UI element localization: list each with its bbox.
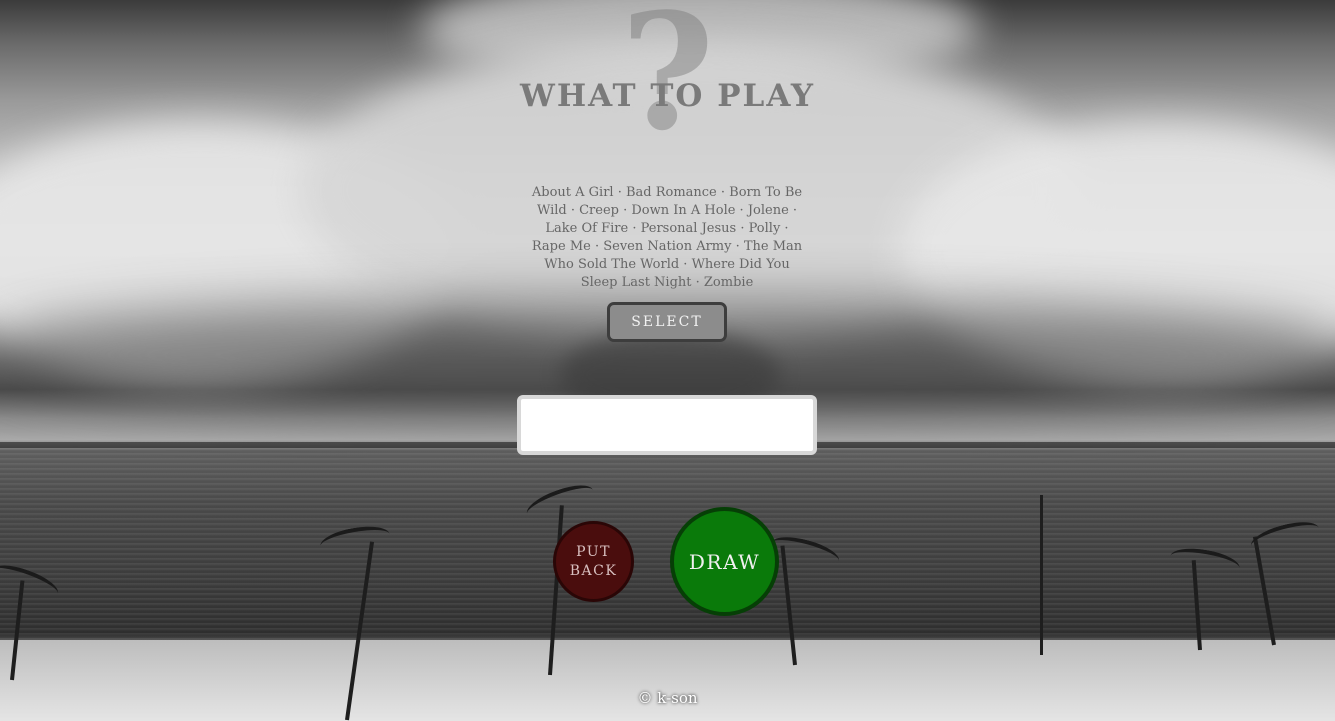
draw-label: DRAW [688, 549, 761, 574]
put-back-label: PUT BACK [569, 543, 618, 579]
result-display [517, 395, 817, 455]
sea [0, 448, 1335, 648]
put-back-button[interactable]: PUT BACK [553, 521, 634, 602]
pole [1040, 495, 1043, 655]
beach [0, 640, 1335, 721]
draw-button[interactable]: DRAW [670, 507, 779, 616]
select-button[interactable]: SELECT [607, 302, 727, 342]
footer-copyright: © k-son [637, 689, 698, 707]
page-title: WHAT TO PLAY [520, 78, 815, 114]
song-list: About A Girl · Bad Romance · Born To Be … [531, 185, 803, 290]
